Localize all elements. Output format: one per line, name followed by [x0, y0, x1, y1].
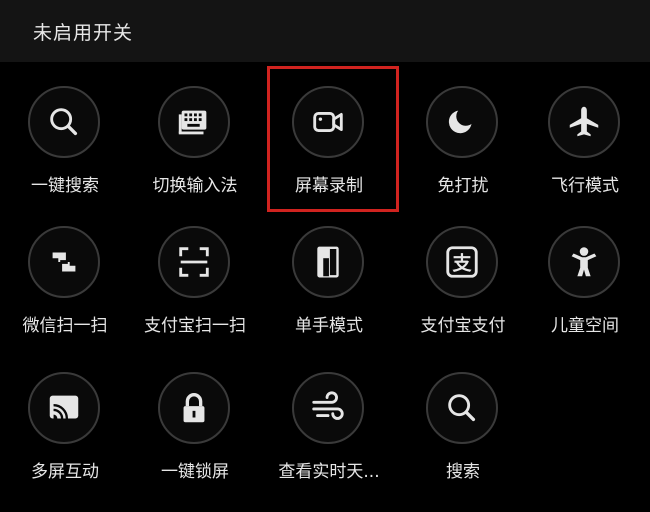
- tile-multi-screen[interactable]: 多屏互动: [0, 372, 130, 512]
- tile-alipay-scan[interactable]: 支付宝扫一扫: [130, 226, 260, 366]
- keyboard-icon: [178, 110, 207, 135]
- moon-icon: [448, 110, 472, 134]
- tile-label: 一键锁屏: [161, 462, 229, 482]
- tile-one-hand-mode[interactable]: 单手模式: [264, 226, 394, 366]
- tile-button[interactable]: [28, 226, 100, 298]
- tile-button[interactable]: [158, 226, 230, 298]
- weather-wind-icon: [312, 391, 344, 420]
- tile-realtime-weather[interactable]: 查看实时天...: [264, 372, 394, 512]
- tile-label: 搜索: [446, 462, 480, 482]
- tile-button[interactable]: [28, 86, 100, 158]
- wechat-scan-icon: [52, 252, 76, 272]
- child-icon: [571, 247, 597, 277]
- tile-label: 切换输入法: [152, 176, 238, 196]
- tile-button[interactable]: [548, 86, 620, 158]
- tile-label: 免打扰: [437, 176, 489, 196]
- highlight-frame: [267, 66, 399, 212]
- one-hand-icon: [317, 246, 339, 278]
- tile-kids-space[interactable]: 儿童空间: [520, 226, 650, 366]
- tile-switch-input[interactable]: 切换输入法: [130, 86, 260, 226]
- tile-label: 单手模式: [295, 316, 363, 336]
- svg-text:支: 支: [451, 253, 472, 275]
- airplane-icon: [569, 106, 599, 137]
- tile-label: 微信扫一扫: [22, 316, 108, 336]
- tile-button[interactable]: [426, 86, 498, 158]
- alipay-icon: 支: [446, 246, 478, 278]
- scan-frame-icon: [179, 247, 209, 277]
- section-title: 未启用开关: [33, 22, 134, 44]
- tile-button[interactable]: [548, 226, 620, 298]
- panel-header: 未启用开关: [0, 0, 650, 62]
- tile-button[interactable]: [28, 372, 100, 444]
- tile-button[interactable]: [292, 226, 364, 298]
- tile-one-key-lock[interactable]: 一键锁屏: [130, 372, 260, 512]
- tile-alipay-pay[interactable]: 支 支付宝支付: [398, 226, 528, 366]
- tile-button[interactable]: [158, 86, 230, 158]
- tile-label: 多屏互动: [31, 462, 99, 482]
- tile-airplane-mode[interactable]: 飞行模式: [520, 86, 650, 226]
- tile-button[interactable]: [292, 372, 364, 444]
- tile-label: 儿童空间: [551, 316, 619, 336]
- tile-wechat-scan[interactable]: 微信扫一扫: [0, 226, 130, 366]
- tile-one-key-search[interactable]: 一键搜索: [0, 86, 130, 226]
- search-icon: [448, 394, 476, 422]
- lock-icon: [183, 393, 205, 423]
- tile-label: 飞行模式: [551, 176, 619, 196]
- search-icon: [50, 108, 78, 136]
- tile-label: 查看实时天...: [278, 462, 380, 482]
- cast-icon: [49, 395, 79, 419]
- tile-do-not-disturb[interactable]: 免打扰: [398, 86, 528, 226]
- tile-button[interactable]: 支: [426, 226, 498, 298]
- tile-search[interactable]: 搜索: [398, 372, 528, 512]
- tile-label: 支付宝支付: [420, 316, 506, 336]
- tile-label: 一键搜索: [31, 176, 99, 196]
- tile-button[interactable]: [426, 372, 498, 444]
- tile-button[interactable]: [158, 372, 230, 444]
- tile-label: 支付宝扫一扫: [144, 316, 246, 336]
